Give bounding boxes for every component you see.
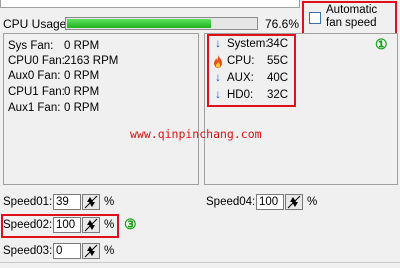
speed01-stepper[interactable] xyxy=(82,194,100,210)
fan-speeds-panel: Sys Fan: 0 RPM CPU0 Fan: 2163 RPM Aux0 F… xyxy=(3,33,199,185)
speed02-stepper[interactable] xyxy=(82,217,100,233)
fan-label: CPU1 Fan: xyxy=(8,86,65,98)
speed03-label: Speed03: xyxy=(3,245,53,257)
fan-row-cpu1: CPU1 Fan: 0 RPM xyxy=(8,86,99,98)
fan-label: Sys Fan: xyxy=(8,40,54,52)
temp-value: 32C xyxy=(267,89,289,101)
speed04-label: Speed04: xyxy=(206,196,256,208)
speed02-unit: % xyxy=(104,219,115,231)
fan-row-sys: Sys Fan: 0 RPM xyxy=(8,40,99,52)
speed03-input[interactable]: 0 xyxy=(53,243,81,259)
temp-value: 55C xyxy=(267,55,289,67)
automatic-fan-speed-highlight: Automatic fan speed xyxy=(302,1,397,36)
annotation-marker-1: ① xyxy=(375,36,388,52)
temperatures-highlight: ↓ System: 34C CPU: 55C ↓ AUX: 40C ↓ HD0:… xyxy=(207,34,296,107)
fan-row-aux0: Aux0 Fan: 0 RPM xyxy=(8,70,99,82)
fan-label: Aux1 Fan: xyxy=(8,102,61,114)
fan-value: 2163 RPM xyxy=(64,55,119,67)
top-list-box[interactable] xyxy=(0,0,300,8)
temp-label: System: xyxy=(227,38,269,50)
fan-row-cpu0: CPU0 Fan: 2163 RPM xyxy=(8,55,118,67)
watermark-text: www.qinpinchang.com xyxy=(130,127,262,141)
fan-label: CPU0 Fan: xyxy=(8,55,65,67)
down-arrow-icon: ↓ xyxy=(215,89,221,101)
speed01-unit: % xyxy=(104,196,115,208)
speed04-unit: % xyxy=(307,196,318,208)
speed03-stepper[interactable] xyxy=(82,243,100,259)
speed04-stepper[interactable] xyxy=(285,194,303,210)
fan-row-aux1: Aux1 Fan: 0 RPM xyxy=(8,102,99,114)
temp-value: 34C xyxy=(267,38,289,50)
annotation-marker-3: ③ xyxy=(124,216,137,232)
temp-label: HD0: xyxy=(227,89,254,101)
cpu-usage-progress-bar xyxy=(65,17,258,30)
cpu-usage-label: CPU Usage xyxy=(3,17,67,31)
temp-label: CPU: xyxy=(227,55,255,67)
cpu-usage-progress-fill xyxy=(67,19,212,28)
fan-value: 0 RPM xyxy=(64,102,100,114)
fan-value: 0 RPM xyxy=(64,86,100,98)
automatic-fan-speed-checkbox[interactable] xyxy=(309,12,321,24)
bottom-divider xyxy=(0,262,400,263)
speed02-input[interactable]: 100 xyxy=(53,217,81,233)
cpu-usage-percent: 76.6% xyxy=(265,17,300,31)
down-arrow-icon: ↓ xyxy=(215,38,221,50)
speed03-unit: % xyxy=(104,245,115,257)
speed02-label: Speed02: xyxy=(3,219,53,231)
speed01-input[interactable]: 39 xyxy=(53,194,81,210)
fan-value: 0 RPM xyxy=(64,40,100,52)
speed04-input[interactable]: 100 xyxy=(256,194,284,210)
speed01-label: Speed01: xyxy=(3,196,53,208)
fire-icon xyxy=(212,55,224,71)
automatic-fan-speed-label[interactable]: Automatic fan speed xyxy=(326,4,396,30)
fan-label: Aux0 Fan: xyxy=(8,70,61,82)
temp-value: 40C xyxy=(267,72,289,84)
temp-label: AUX: xyxy=(227,72,254,84)
down-arrow-icon: ↓ xyxy=(215,72,221,84)
fan-value: 0 RPM xyxy=(64,70,100,82)
